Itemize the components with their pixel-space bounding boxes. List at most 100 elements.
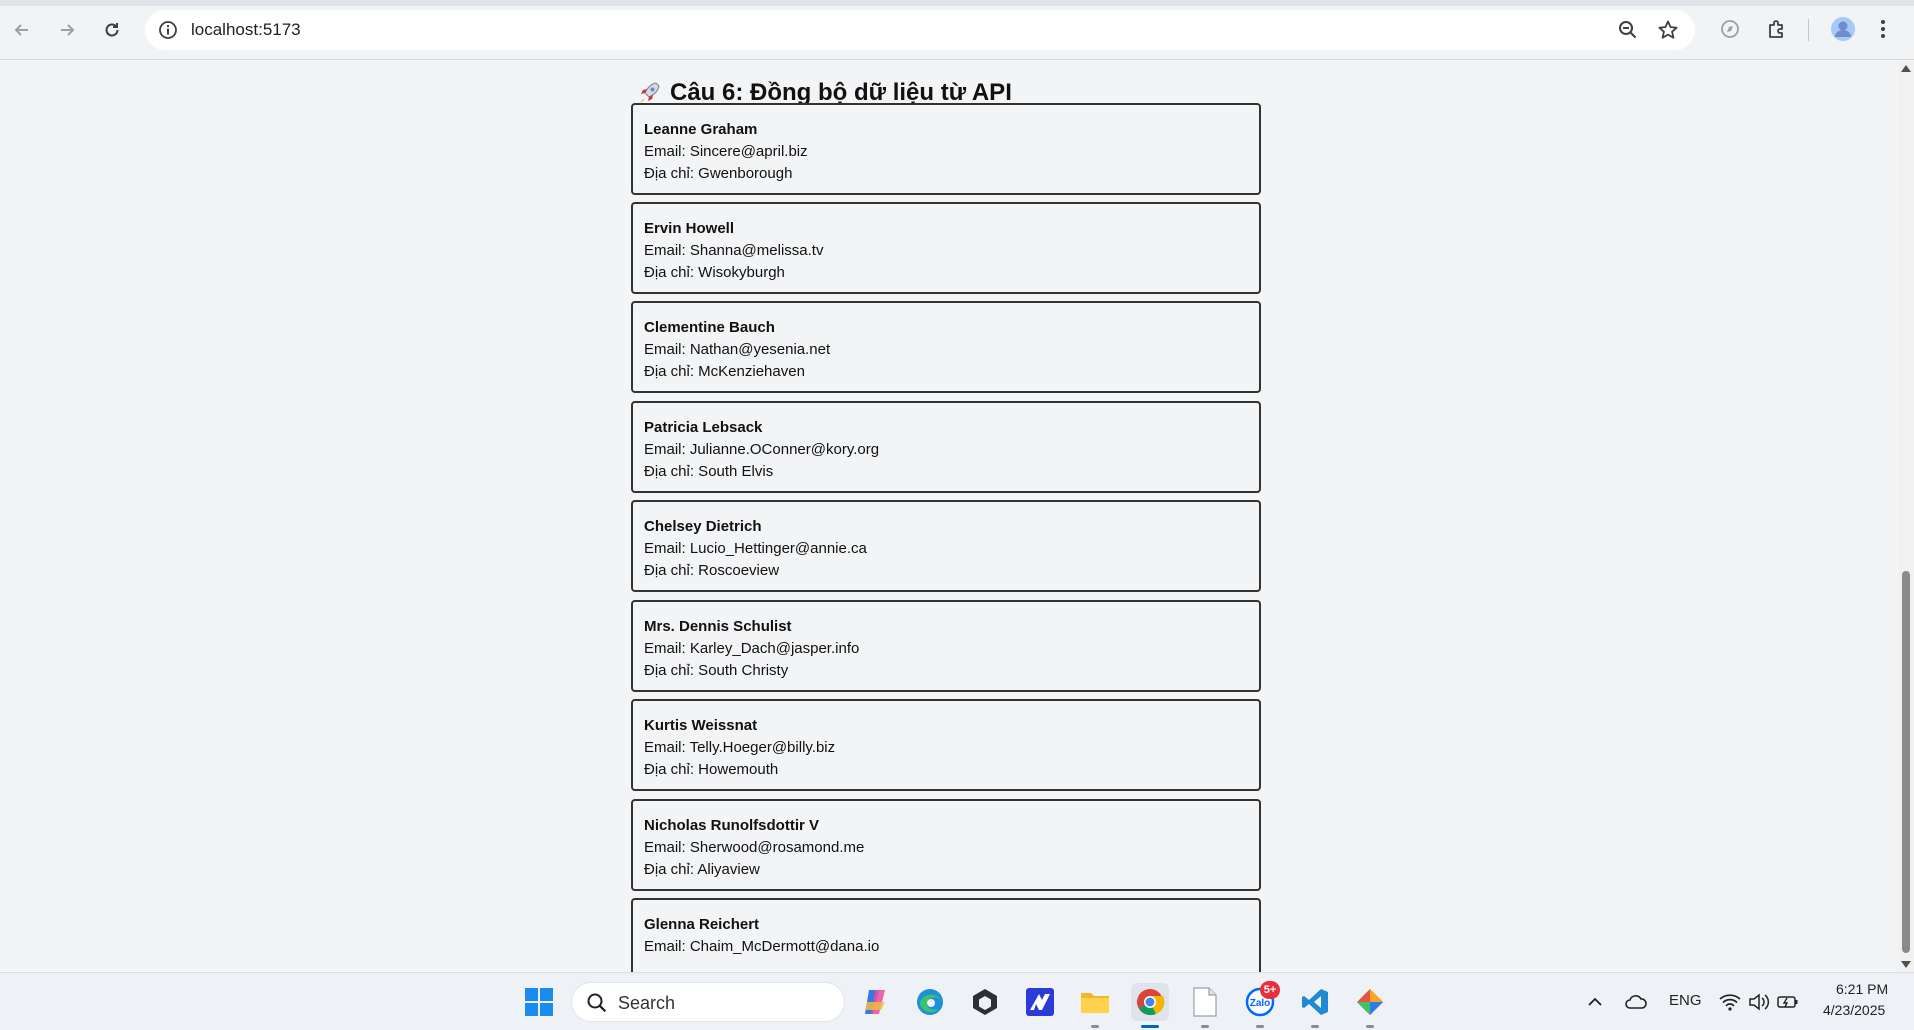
user-email: Email: Lucio_Hettinger@annie.ca: [644, 540, 867, 557]
user-address: Địa chỉ: South Christy: [644, 662, 789, 679]
sourcetree-app[interactable]: [1351, 983, 1389, 1021]
running-indicator: [1201, 1025, 1209, 1028]
user-email: Email: Chaim_McDermott@dana.io: [644, 938, 880, 955]
page-scrollbar[interactable]: [1898, 61, 1914, 972]
zalo-notification-badge: 5+: [1260, 981, 1280, 999]
bookmark-star-icon[interactable]: [1657, 19, 1679, 41]
user-card: Chelsey Dietrich Email: Lucio_Hettinger@…: [631, 500, 1261, 592]
chrome-menu-button[interactable]: [1873, 14, 1893, 44]
toolbar-divider: [1808, 19, 1809, 41]
browser-toolbar: localhost:5173: [0, 0, 1914, 60]
url-text[interactable]: localhost:5173: [191, 20, 301, 40]
chrome-icon: [1137, 989, 1165, 1016]
clock-time[interactable]: 6:21 PM: [1836, 981, 1888, 997]
reload-icon: [105, 23, 119, 37]
user-name: Mrs. Dennis Schulist: [644, 618, 792, 635]
running-indicator: [1091, 1025, 1099, 1028]
user-email: Email: Shanna@melissa.tv: [644, 242, 824, 259]
visual-studio-app[interactable]: [1021, 983, 1059, 1021]
user-name: Kurtis Weissnat: [644, 717, 758, 734]
extension-compass-button[interactable]: [1715, 14, 1745, 44]
start-button[interactable]: [520, 983, 558, 1021]
site-info-icon[interactable]: [157, 19, 179, 41]
onedrive-button[interactable]: [1621, 983, 1651, 1021]
windows-logo-icon: [525, 988, 553, 1016]
document-icon: [1193, 987, 1217, 1017]
search-icon: [587, 993, 607, 1013]
chrome-app[interactable]: [1131, 983, 1169, 1021]
battery-charging-icon: [1777, 996, 1798, 1008]
extensions-button[interactable]: [1762, 14, 1792, 44]
scroll-down-arrow-icon[interactable]: [1901, 961, 1911, 968]
running-indicator: [1366, 1025, 1374, 1028]
vscode-icon: [1302, 989, 1328, 1015]
forward-button[interactable]: [49, 12, 85, 48]
taskbar-search-label: Search: [618, 993, 676, 1013]
wifi-button[interactable]: [1717, 983, 1743, 1021]
avatar: [1831, 17, 1855, 41]
vscode-app[interactable]: [1296, 983, 1334, 1021]
copilot-icon: [865, 990, 885, 1014]
battery-button[interactable]: [1775, 983, 1801, 1021]
file-explorer-app[interactable]: [1076, 983, 1114, 1021]
puzzle-icon: [1769, 20, 1783, 38]
user-email: Email: Telly.Hoeger@billy.biz: [644, 739, 836, 756]
speaker-icon: [1749, 993, 1770, 1011]
user-name: Chelsey Dietrich: [644, 518, 762, 535]
edge-app[interactable]: [911, 983, 949, 1021]
user-address: Địa chỉ: Wisokyburgh: [644, 264, 785, 281]
user-email: Email: Nathan@yesenia.net: [644, 341, 831, 358]
diamond-icon: [1357, 989, 1383, 1015]
user-address: Địa chỉ: McKenziehaven: [644, 363, 805, 380]
running-indicator: [1311, 1025, 1319, 1028]
show-hidden-icons-button[interactable]: [1580, 983, 1610, 1021]
tab-strip: [0, 0, 1914, 6]
running-indicator: [1256, 1025, 1264, 1028]
user-email: Email: Julianne.OConner@kory.org: [644, 441, 880, 458]
address-bar[interactable]: localhost:5173: [145, 10, 1695, 50]
notepad-app[interactable]: [1186, 983, 1224, 1021]
scrollbar-thumb[interactable]: [1902, 571, 1910, 953]
profile-button[interactable]: [1828, 14, 1858, 44]
user-card: Patricia Lebsack Email: Julianne.OConner…: [631, 401, 1261, 493]
user-card: Ervin Howell Email: Shanna@melissa.tv Đị…: [631, 202, 1261, 294]
back-button[interactable]: [4, 12, 40, 48]
user-name: Leanne Graham: [644, 121, 758, 138]
user-email: Email: Karley_Dach@jasper.info: [644, 640, 860, 657]
language-indicator[interactable]: ENG: [1669, 992, 1702, 1009]
cube-icon: [973, 989, 997, 1015]
page-viewport: Câu 6: Đồng bộ dữ liệu từ API Leanne Gra…: [0, 61, 1898, 972]
back-arrow-icon: [14, 24, 28, 36]
running-indicator-active: [1141, 1025, 1159, 1028]
taskbar: Search Zalo 5+ ENG 6:21 PM 4/23/2025: [0, 972, 1914, 1030]
user-address: Địa chỉ: Howemouth: [644, 761, 779, 778]
user-address: Địa chỉ: South Elvis: [644, 463, 774, 480]
user-card: Clementine Bauch Email: Nathan@yesenia.n…: [631, 301, 1261, 393]
zoom-icon[interactable]: [1617, 19, 1639, 41]
clock-date[interactable]: 4/23/2025: [1823, 1002, 1885, 1018]
user-card: Nicholas Runolfsdottir V Email: Sherwood…: [631, 799, 1261, 891]
wifi-icon: [1719, 994, 1741, 1011]
user-card: Glenna Reichert Email: Chaim_McDermott@d…: [631, 898, 1261, 972]
user-name: Ervin Howell: [644, 220, 735, 237]
folder-icon: [1081, 993, 1109, 1013]
user-card: Leanne Graham Email: Sincere@april.biz Đ…: [631, 103, 1261, 195]
user-address: Địa chỉ: Aliyaview: [644, 861, 760, 878]
reload-button[interactable]: [94, 12, 130, 48]
user-name: Glenna Reichert: [644, 916, 760, 933]
svg-text:Zalo: Zalo: [1250, 998, 1271, 1009]
scroll-up-arrow-icon[interactable]: [1901, 65, 1911, 72]
taskbar-search[interactable]: Search: [571, 982, 845, 1022]
vs-icon: [1026, 988, 1054, 1016]
user-name: Clementine Bauch: [644, 319, 775, 336]
cloud-icon: [1625, 995, 1647, 1009]
copilot-app[interactable]: [856, 983, 894, 1021]
more-vert-icon: [1881, 20, 1885, 38]
volume-button[interactable]: [1746, 983, 1772, 1021]
user-name: Patricia Lebsack: [644, 419, 763, 436]
forward-arrow-icon: [61, 24, 75, 36]
edge-icon: [917, 989, 943, 1015]
unity-app[interactable]: [966, 983, 1004, 1021]
user-address: Địa chỉ: Gwenborough: [644, 165, 793, 182]
chevron-up-icon: [1588, 997, 1602, 1006]
